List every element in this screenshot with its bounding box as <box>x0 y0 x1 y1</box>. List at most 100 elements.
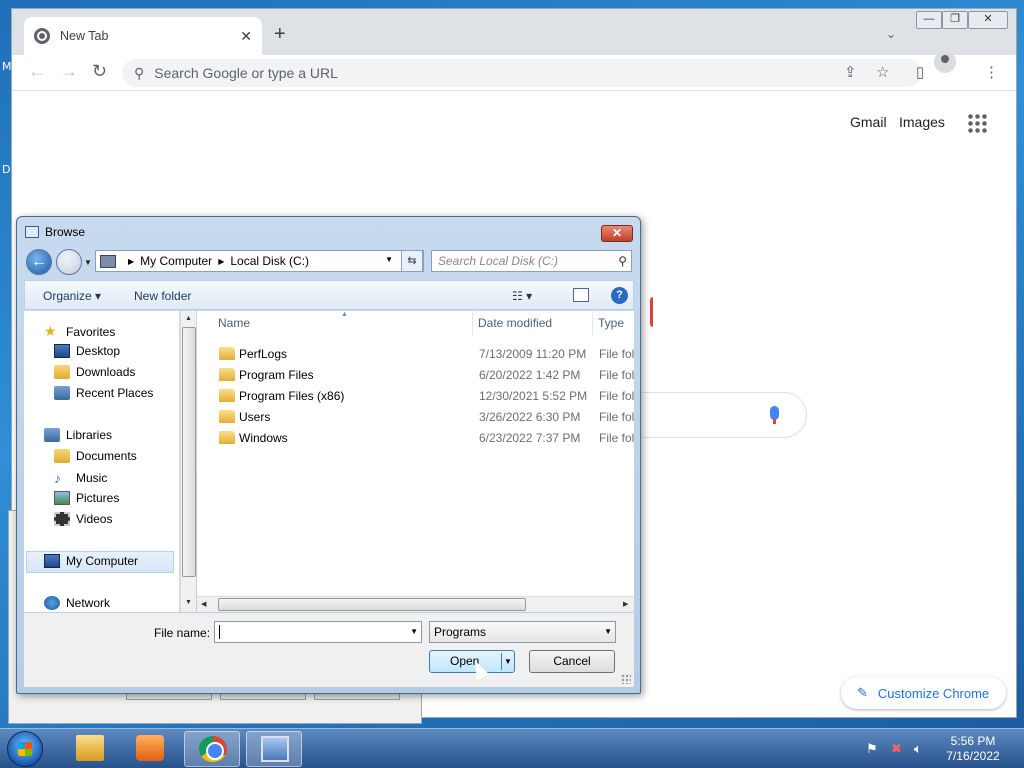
computer-icon <box>100 254 116 268</box>
navigation-pane: ★ Favorites Desktop Downloads Recent Pla… <box>24 311 180 612</box>
chrome-menu-icon[interactable]: ⋮ <box>984 63 999 81</box>
nav-downloads[interactable]: Downloads <box>54 365 135 379</box>
taskbar-explorer[interactable] <box>62 731 118 767</box>
help-icon[interactable]: ? <box>611 287 628 304</box>
new-tab-button[interactable]: + <box>274 23 286 46</box>
hscroll-thumb[interactable] <box>218 598 526 611</box>
filter-dropdown-icon[interactable]: ▼ <box>604 622 612 642</box>
nav-pictures[interactable]: Pictures <box>54 491 119 505</box>
network-error-icon[interactable]: ✖ <box>891 741 902 757</box>
nav-favorites[interactable]: ★ Favorites <box>44 323 115 340</box>
address-dropdown-icon[interactable]: ▼ <box>385 255 393 264</box>
scroll-up-arrow-icon[interactable]: ▲ <box>185 315 192 322</box>
file-horizontal-scrollbar[interactable]: ◀ ▶ <box>197 596 634 612</box>
column-header-name[interactable]: Name <box>197 311 473 336</box>
forward-button[interactable] <box>56 249 82 275</box>
nav-my-computer[interactable]: My Computer <box>44 554 138 568</box>
cancel-button[interactable]: Cancel <box>529 650 615 673</box>
file-type: File folder <box>599 389 634 403</box>
file-row[interactable]: Users 3/26/2022 6:30 PM File folder <box>197 406 634 427</box>
side-panel-icon[interactable]: ▯ <box>916 63 924 81</box>
taskbar-media-player[interactable] <box>122 731 178 767</box>
dialog-search-box[interactable]: Search Local Disk (C:) ⚲ <box>431 250 632 272</box>
nav-recent-places[interactable]: Recent Places <box>54 386 153 400</box>
file-type-filter[interactable]: Programs ▼ <box>429 621 616 643</box>
scroll-down-arrow-icon[interactable]: ▼ <box>185 599 192 606</box>
profile-avatar-icon[interactable] <box>934 51 956 73</box>
scroll-left-arrow-icon[interactable]: ◀ <box>201 600 206 608</box>
recent-places-icon <box>54 386 70 400</box>
column-header-type[interactable]: Type <box>593 311 634 336</box>
file-name-dropdown-icon[interactable]: ▼ <box>410 627 418 636</box>
tab-close-icon[interactable]: ✕ <box>240 28 252 45</box>
back-arrow-icon[interactable]: ← <box>28 61 46 82</box>
file-name-input[interactable]: ▼ <box>214 621 422 643</box>
google-apps-icon[interactable] <box>967 113 987 133</box>
open-dropdown-icon[interactable]: ▼ <box>504 651 512 672</box>
bookmark-star-icon[interactable]: ☆ <box>876 63 889 81</box>
file-row[interactable]: PerfLogs 7/13/2009 11:20 PM File folder <box>197 343 634 364</box>
nav-documents[interactable]: Documents <box>54 449 137 463</box>
forward-arrow-icon[interactable]: → <box>60 61 78 82</box>
breadcrumb-local-disk[interactable]: Local Disk (C:) <box>230 254 309 268</box>
images-link[interactable]: Images <box>899 114 945 130</box>
preview-pane-icon[interactable] <box>573 288 589 302</box>
tab-new-tab[interactable]: New Tab ✕ <box>24 17 262 55</box>
nav-network[interactable]: Network <box>44 596 110 610</box>
tab-search-chevron-icon[interactable]: ⌄ <box>886 27 896 41</box>
minimize-button[interactable]: — <box>916 11 942 29</box>
nav-desktop[interactable]: Desktop <box>54 344 120 358</box>
scroll-right-arrow-icon[interactable]: ▶ <box>623 600 628 608</box>
volume-icon[interactable]: 🔈︎ <box>914 741 922 757</box>
dialog-close-button[interactable]: ✕ <box>601 225 633 242</box>
breadcrumb-my-computer[interactable]: My Computer <box>140 254 212 268</box>
taskbar-app[interactable] <box>246 731 302 767</box>
organize-button[interactable]: Organize ▾ <box>43 289 101 303</box>
share-icon[interactable]: ⇪ <box>844 63 857 81</box>
resize-grip-icon[interactable] <box>621 674 631 684</box>
documents-icon <box>54 449 70 463</box>
magnifier-icon[interactable]: ⚲ <box>618 254 627 268</box>
restore-button[interactable]: ❐ <box>942 11 968 29</box>
column-header-date[interactable]: Date modified <box>473 311 593 336</box>
refresh-button[interactable]: ⇆ <box>401 250 423 272</box>
nav-label: Desktop <box>76 344 121 358</box>
chrome-toolbar: ← → ↻ ⚲ Search Google or type a URL ⇪ ☆ … <box>12 55 1016 91</box>
nav-libraries[interactable]: Libraries <box>44 428 112 442</box>
nav-vertical-scrollbar[interactable]: ▲ ▼ <box>180 311 196 612</box>
folder-icon <box>219 368 235 381</box>
microphone-icon[interactable] <box>770 406 779 424</box>
system-clock[interactable]: 5:56 PM 7/16/2022 <box>940 734 1006 764</box>
nav-videos[interactable]: Videos <box>54 512 112 526</box>
scroll-thumb[interactable] <box>182 327 196 577</box>
downloads-folder-icon <box>54 365 70 379</box>
window-close-button[interactable]: ✕ <box>968 11 1008 29</box>
breadcrumb-arrow-icon[interactable]: ▶ <box>128 257 134 266</box>
file-row[interactable]: Program Files (x86) 12/30/2021 5:52 PM F… <box>197 385 634 406</box>
new-folder-button[interactable]: New folder <box>134 289 191 303</box>
start-button[interactable] <box>7 731 43 767</box>
gmail-link[interactable]: Gmail <box>850 114 887 130</box>
action-center-icon[interactable]: ⚑ <box>866 741 878 757</box>
sort-ascending-icon: ▲ <box>341 311 348 318</box>
nav-music[interactable]: ♪ Music <box>54 470 107 486</box>
customize-chrome-label: Customize Chrome <box>877 685 990 701</box>
reload-icon[interactable]: ↻ <box>92 61 107 82</box>
file-row[interactable]: Program Files 6/20/2022 1:42 PM File fol… <box>197 364 634 385</box>
folder-icon <box>219 389 235 402</box>
chrome-icon <box>199 736 227 762</box>
nav-label: Favorites <box>66 324 116 339</box>
omnibox[interactable]: ⚲ Search Google or type a URL <box>122 59 922 87</box>
breadcrumb-arrow-icon-2[interactable]: ▶ <box>218 257 224 266</box>
change-view-icon[interactable]: ☷ ▾ <box>512 289 532 303</box>
address-bar[interactable]: ▶ My Computer ▶ Local Disk (C:) ▼ <box>95 250 424 272</box>
back-button[interactable]: ← <box>26 249 52 275</box>
taskbar-chrome[interactable] <box>184 731 240 767</box>
search-icon: ⚲ <box>134 64 145 81</box>
google-search-box[interactable] <box>642 392 807 438</box>
file-row[interactable]: Windows 6/23/2022 7:37 PM File folder <box>197 427 634 448</box>
clock-time: 5:56 PM <box>950 734 996 748</box>
recent-locations-chevron-icon[interactable]: ▼ <box>84 258 92 267</box>
dialog-footer: File name: ▼ Programs ▼ Open ▼ Cancel <box>24 613 634 687</box>
customize-chrome-button[interactable]: ✎ Customize Chrome <box>841 677 1006 709</box>
